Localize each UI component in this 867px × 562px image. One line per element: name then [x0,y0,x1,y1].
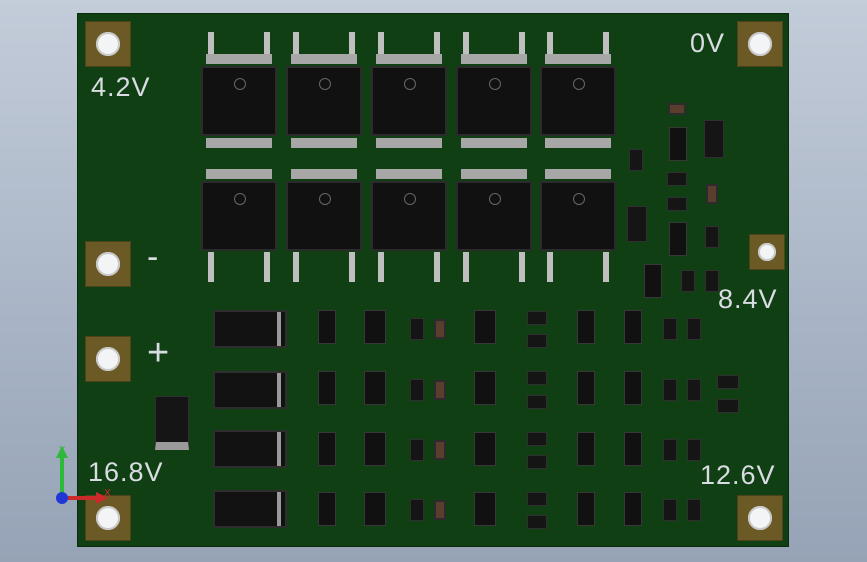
ic-row3 [364,432,386,466]
pad-8v4[interactable] [749,234,785,270]
transistor-q2 [669,222,687,256]
chip-row2-b [527,371,547,385]
transistor-row2-a [318,371,336,405]
diode-row4 [213,490,287,528]
chip-row1-c [527,334,547,348]
ic-row4 [364,492,386,526]
chip-row1-b [527,311,547,325]
mosfet-7 [286,181,362,251]
ic-row4-b [474,492,496,526]
chip-row3-b [527,432,547,446]
chip-row4-c [527,515,547,529]
label-12v6: 12.6V [700,460,776,490]
chip-u6 [705,270,719,292]
axis-y-label: Y [58,445,66,456]
chip-row1-d [663,318,677,340]
chip-row2-g [717,399,739,413]
diode-row2 [213,371,287,409]
transistor-row2-c [624,371,642,405]
chip-u5 [681,270,695,292]
chip-row3-c [527,455,547,469]
ic-row3-b [474,432,496,466]
mosfet-10 [540,181,616,251]
resistor-r1 [668,103,686,115]
transistor-row4-a [318,492,336,526]
chip-row2-c [527,395,547,409]
chip-u3 [667,197,687,211]
transistor-row3-b [577,432,595,466]
diode-large-left [155,396,189,450]
transistor-row1-b [577,310,595,344]
mosfet-4 [456,66,532,136]
transistor-row1-c [624,310,642,344]
transistor-q3 [644,264,662,298]
ic-row1 [364,310,386,344]
label-8v4: 8.4V [718,284,778,314]
capacitor-c2 [627,206,647,242]
chip-row4-b [527,492,547,506]
transistor-row1-a [318,310,336,344]
chip-row2-a [410,379,424,401]
chip-row4-d [663,499,677,521]
mosfet-1 [201,66,277,136]
mosfet-2 [286,66,362,136]
mosfet-8 [371,181,447,251]
ic-row2 [364,371,386,405]
label-4v2: 4.2V [91,72,151,102]
ic-row2-b [474,371,496,405]
transistor-row4-b [577,492,595,526]
chip-u4 [705,226,719,248]
capacitor-c1 [704,120,724,158]
pad-minus[interactable] [85,241,131,287]
axes-triad-icon: Y X [56,445,111,504]
pad-12v6[interactable] [737,495,783,541]
chip-u2 [667,172,687,186]
chip-row1-a [410,318,424,340]
resistor-row2 [434,380,446,400]
mosfet-3 [371,66,447,136]
transistor-row4-c [624,492,642,526]
pad-0v[interactable] [737,21,783,67]
resistor-row1 [434,319,446,339]
diode-row1 [213,310,287,348]
chip-row2-d [663,379,677,401]
pad-4v2[interactable] [85,21,131,67]
chip-row3-d [663,439,677,461]
chip-row2-f [717,375,739,389]
resistor-row4 [434,500,446,520]
chip-row4-e [687,499,701,521]
chip-u1 [629,149,643,171]
diode-row3 [213,430,287,468]
ic-row1-b [474,310,496,344]
transistor-row3-a [318,432,336,466]
chip-row3-a [410,439,424,461]
label-plus: + [147,332,170,374]
chip-row3-e [687,439,701,461]
mosfet-6 [201,181,277,251]
resistor-row3 [434,440,446,460]
axis-x-label: X [104,488,111,499]
mosfet-9 [456,181,532,251]
transistor-q1 [669,127,687,161]
label-0v: 0V [690,28,726,58]
chip-row4-a [410,499,424,521]
chip-row2-e [687,379,701,401]
mosfet-5 [540,66,616,136]
pcb-board: 4.2V 0V - 8.4V + 16.8V 12.6V [77,13,789,547]
resistor-r2 [706,184,718,204]
chip-row1-e [687,318,701,340]
transistor-row2-b [577,371,595,405]
pad-plus[interactable] [85,336,131,382]
transistor-row3-c [624,432,642,466]
label-minus: - [147,238,159,276]
